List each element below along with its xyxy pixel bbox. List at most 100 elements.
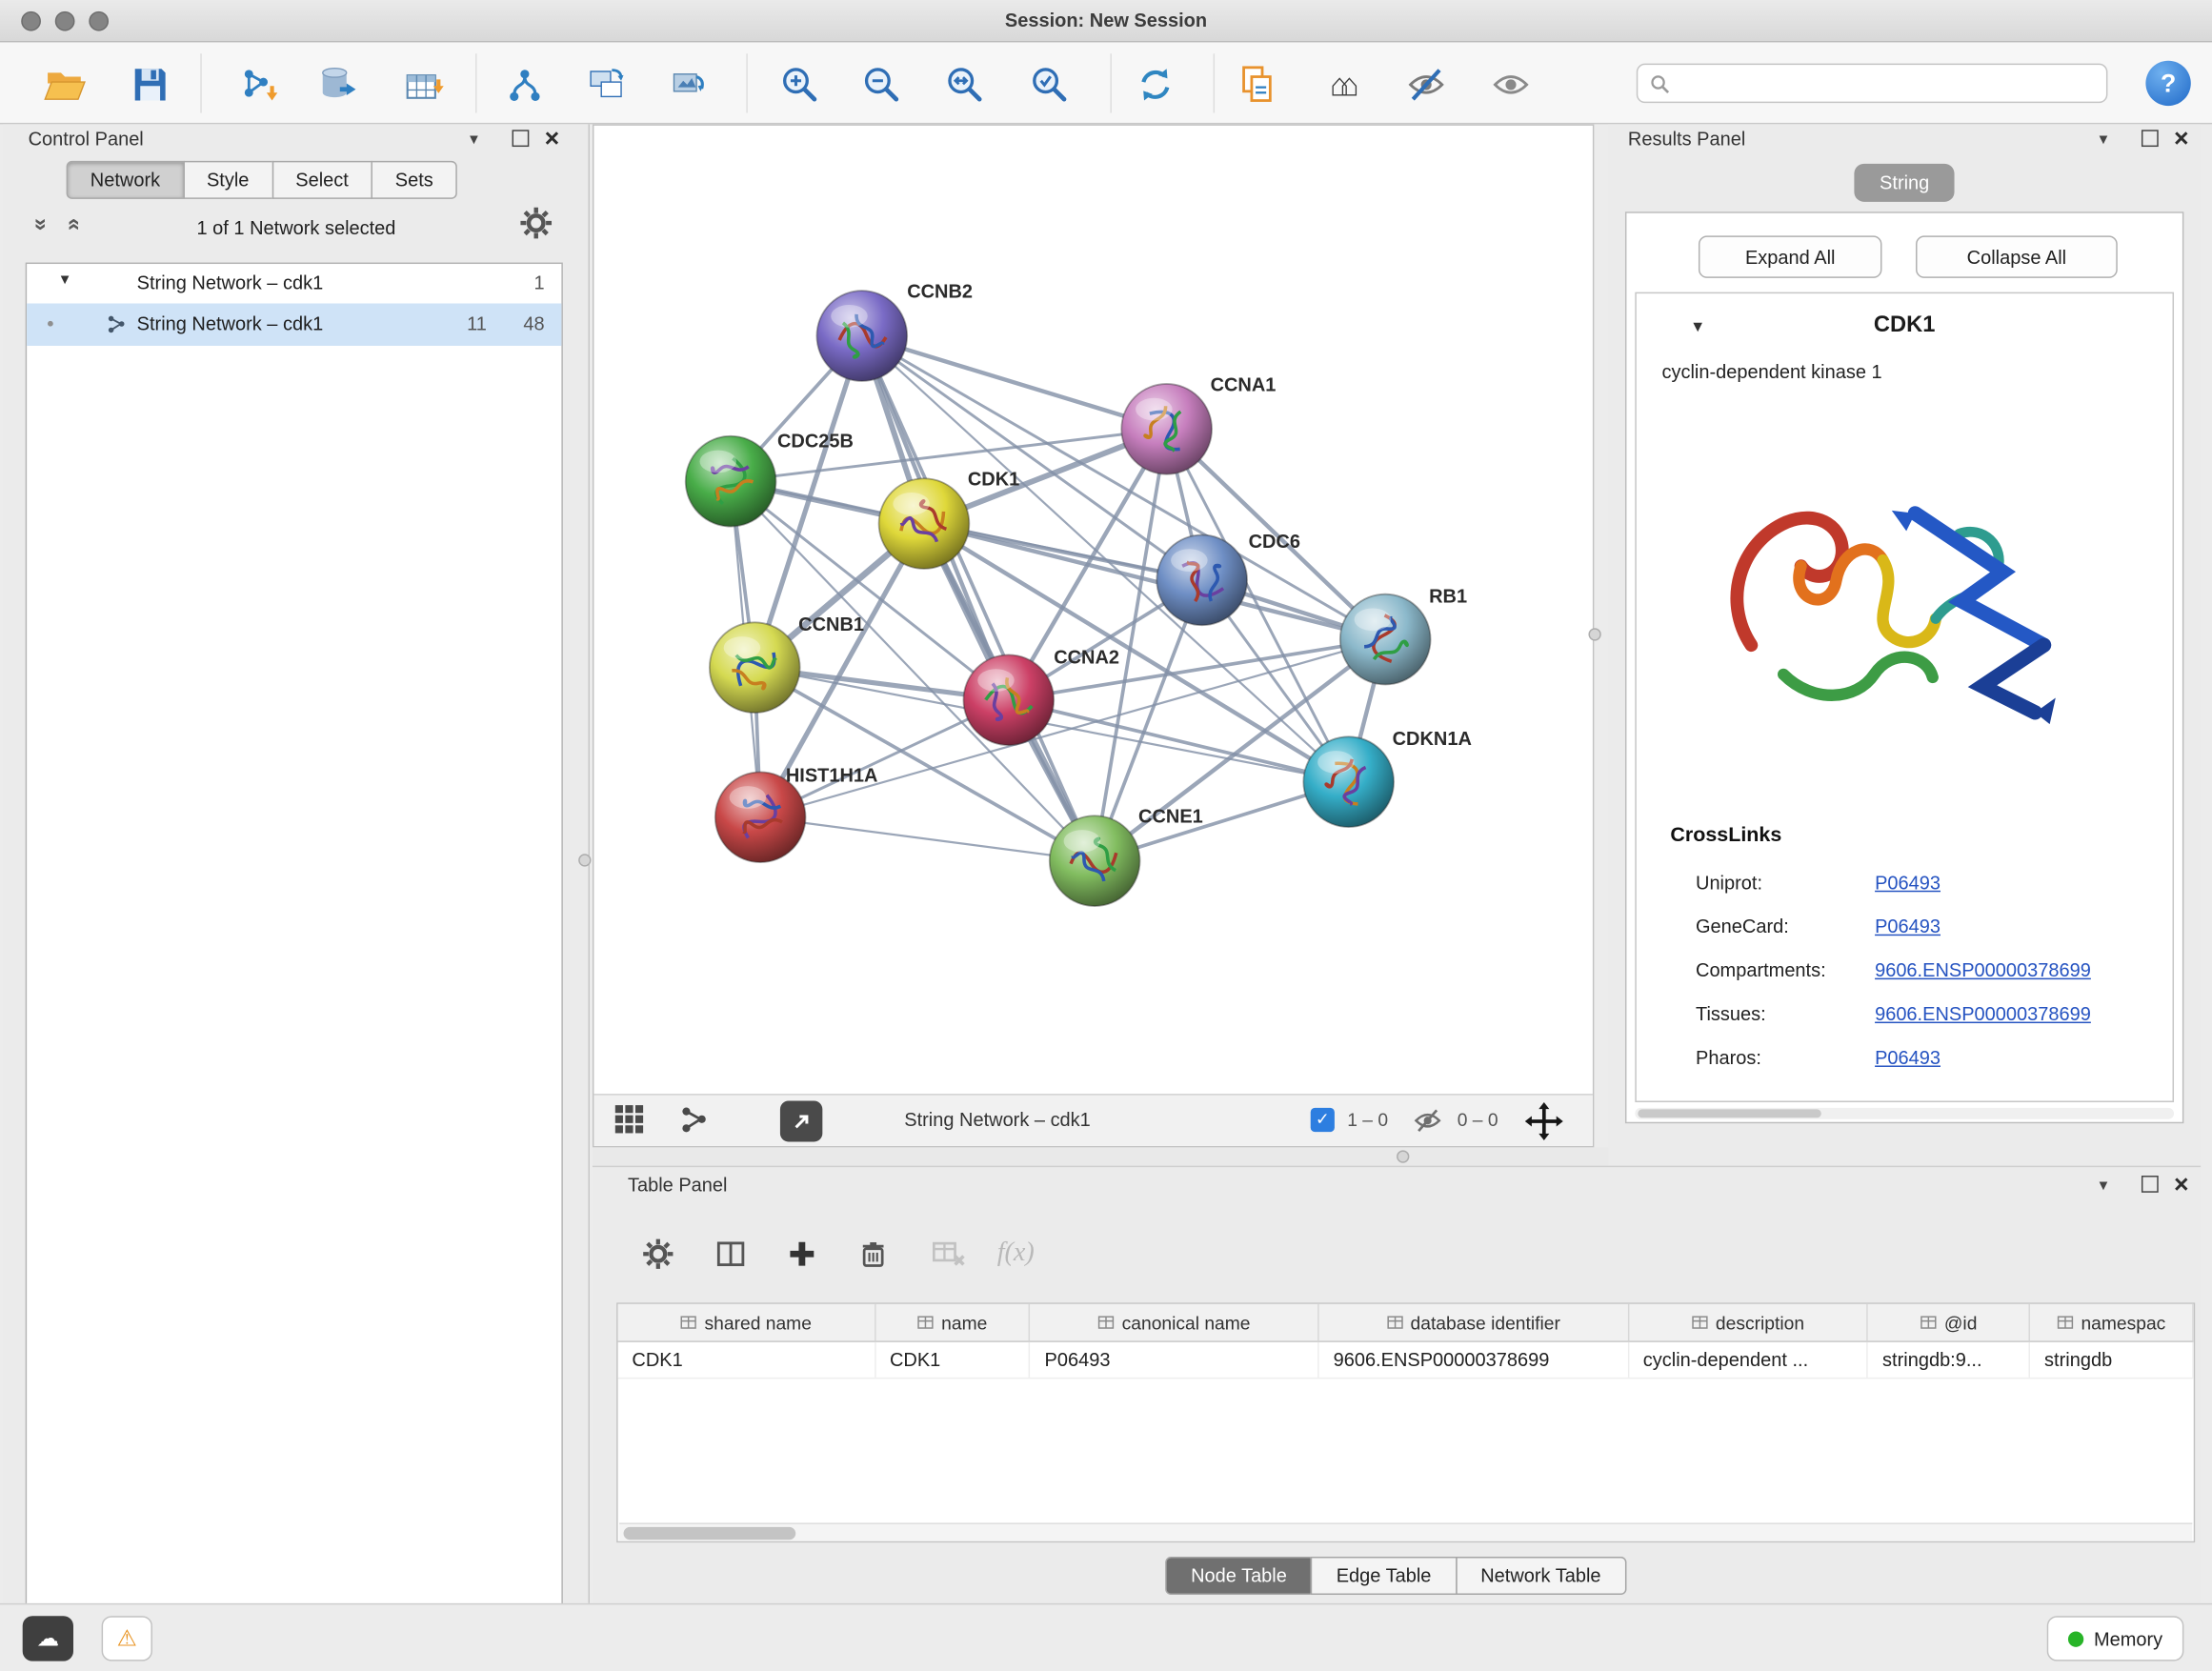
network-node-cdk1[interactable] [879,478,970,569]
export-view-button[interactable] [780,1101,822,1142]
selected-nodes-checkbox[interactable]: ✓ [1311,1108,1335,1132]
float-panel-icon[interactable] [2142,1176,2159,1193]
new-network-button[interactable] [493,58,555,111]
table-cell[interactable]: cyclin-dependent ... [1629,1342,1868,1378]
cloud-button[interactable]: ☁ [23,1616,73,1661]
crosslink-link[interactable]: P06493 [1875,1047,1941,1068]
tab-sets[interactable]: Sets [372,161,457,199]
clone-network-button[interactable] [575,58,637,111]
network-node-cdc6[interactable] [1156,534,1247,625]
table-cell[interactable]: CDK1 [875,1342,1031,1378]
network-node-ccne1[interactable] [1050,815,1140,906]
network-edge[interactable] [862,336,1167,430]
zoom-selected-button[interactable] [1018,58,1080,111]
network-node-ccnb1[interactable] [710,622,800,713]
crosslink-link[interactable]: P06493 [1875,916,1941,936]
refresh-view-button[interactable] [1124,58,1186,111]
column-header[interactable]: shared name [618,1304,876,1341]
panel-menu-icon[interactable]: ▼ [467,132,481,148]
crosslink-link[interactable]: 9606.ENSP00000378699 [1875,1003,2091,1024]
copy-document-button[interactable] [1226,58,1288,111]
panel-menu-icon[interactable]: ▼ [2097,132,2111,148]
fit-content-button[interactable] [1525,1102,1563,1144]
column-header[interactable]: namespac [2030,1304,2193,1341]
show-columns-button[interactable] [707,1232,754,1274]
tab-network[interactable]: Network [67,161,185,199]
network-from-selection-button[interactable] [659,58,721,111]
close-panel-icon[interactable]: × [545,130,560,147]
network-node-ccnb2[interactable] [816,291,907,381]
network-canvas[interactable]: CCNB2CCNA1CDC25BCDK1CDC6RB1CCNB1CCNA2CDK… [593,126,1592,1094]
network-edge[interactable] [862,336,1095,861]
network-node-cdkn1a[interactable] [1303,736,1394,827]
scrollbar-thumb[interactable] [624,1527,796,1540]
close-panel-icon[interactable]: × [2174,130,2189,147]
column-header[interactable]: description [1629,1304,1868,1341]
column-header[interactable]: database identifier [1319,1304,1629,1341]
network-row-selected[interactable]: ● String Network – cdk1 11 48 [27,304,561,346]
string-home-button[interactable]: ⌂⌂ [1314,58,1376,111]
column-header[interactable]: @id [1868,1304,2030,1341]
hidden-eye-icon[interactable] [1412,1105,1443,1140]
right-splitter-handle[interactable] [1588,628,1600,640]
zoom-in-button[interactable] [769,58,831,111]
save-session-button[interactable] [118,58,180,111]
close-panel-icon[interactable]: × [2174,1176,2189,1193]
tab-network-table[interactable]: Network Table [1456,1557,1627,1595]
network-overview-button[interactable] [678,1103,710,1138]
import-table-from-file-button[interactable] [393,58,455,111]
zoom-fit-button[interactable] [934,58,995,111]
birds-eye-view-button[interactable] [613,1103,645,1138]
network-options-gear-button[interactable] [519,206,553,244]
network-node-ccna2[interactable] [963,654,1054,745]
table-cell[interactable]: CDK1 [618,1342,876,1378]
tab-edge-table[interactable]: Edge Table [1311,1557,1457,1595]
table-cell[interactable]: 9606.ENSP00000378699 [1319,1342,1629,1378]
tab-string[interactable]: String [1854,164,1955,202]
network-edge[interactable] [760,817,1095,861]
warnings-button[interactable]: ⚠ [102,1616,152,1661]
network-node-cdc25b[interactable] [686,436,776,527]
tree-expander-icon[interactable]: ▼ [58,272,72,288]
tab-style[interactable]: Style [183,161,273,199]
zoom-out-button[interactable] [851,58,913,111]
show-all-button[interactable] [1479,58,1541,111]
table-cell[interactable]: stringdb:9... [1868,1342,2030,1378]
float-panel-icon[interactable] [513,130,530,147]
table-cell[interactable]: P06493 [1031,1342,1319,1378]
results-scrollbar[interactable] [1635,1108,2174,1119]
table-cell[interactable]: stringdb [2030,1342,2193,1378]
import-network-from-database-button[interactable] [308,58,370,111]
crosslink-link[interactable]: 9606.ENSP00000378699 [1875,959,2091,980]
network-collection-row[interactable]: ▼ String Network – cdk1 1 [27,264,561,303]
splitter-handle[interactable] [1397,1150,1409,1162]
search-input[interactable] [1679,72,2095,93]
column-header[interactable]: name [875,1304,1031,1341]
crosslink-link[interactable]: P06493 [1875,873,1941,894]
open-session-button[interactable] [34,58,96,111]
toolbar-search[interactable] [1637,64,2108,103]
scrollbar-thumb[interactable] [1638,1109,1821,1117]
import-network-from-file-button[interactable] [227,58,289,111]
arrow-up-right-icon [790,1109,814,1133]
delete-column-button[interactable] [849,1232,896,1274]
tab-node-table[interactable]: Node Table [1165,1557,1312,1595]
hide-selected-button[interactable] [1396,58,1458,111]
help-button[interactable]: ? [2145,61,2190,106]
add-column-button[interactable] [777,1232,825,1274]
expand-all-button[interactable]: Expand All [1699,235,1882,277]
collapse-all-button[interactable]: Collapse All [1916,235,2118,277]
table-scrollbar[interactable] [619,1522,2192,1540]
network-view[interactable]: CCNB2CCNA1CDC25BCDK1CDC6RB1CCNB1CCNA2CDK… [593,124,1594,1147]
memory-button[interactable]: Memory [2047,1616,2183,1661]
float-panel-icon[interactable] [2142,130,2159,147]
table-row[interactable]: CDK1CDK1P064939606.ENSP00000378699cyclin… [618,1342,2194,1379]
network-node-ccna1[interactable] [1121,384,1212,474]
panel-menu-icon[interactable]: ▼ [2097,1178,2111,1194]
column-header[interactable]: canonical name [1031,1304,1319,1341]
table-options-gear-button[interactable] [633,1232,681,1274]
network-edge[interactable] [924,524,1385,639]
left-splitter-handle[interactable] [578,854,591,866]
network-node-rb1[interactable] [1340,594,1431,685]
tab-select[interactable]: Select [271,161,372,199]
